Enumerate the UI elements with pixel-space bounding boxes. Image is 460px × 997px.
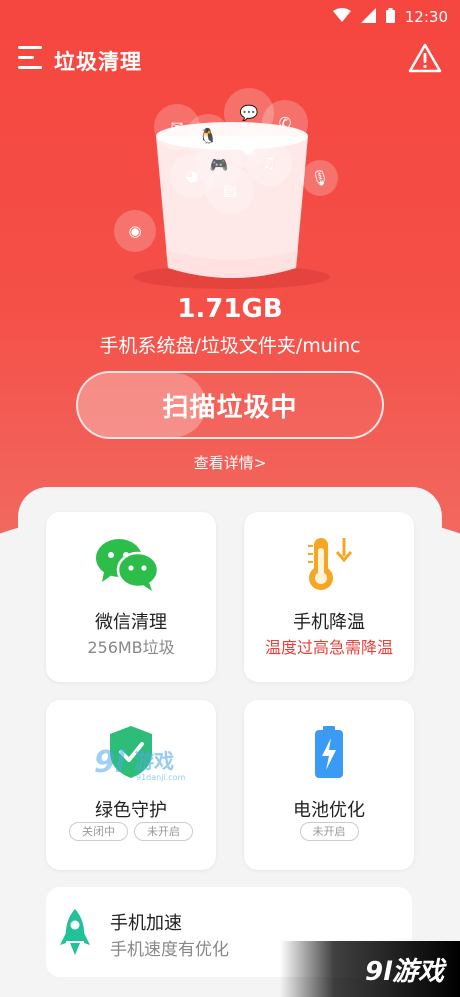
top-bar: 垃圾清理 [0,40,460,80]
status-badge: 未开启 [134,822,193,841]
rocket-icon [58,907,92,963]
status-time: 12:30 [404,8,448,26]
menu-icon[interactable] [18,46,44,74]
green-guard-status-row: 关闭中 未开启 [46,822,216,841]
speed-up-sub: 手机速度有优化 [110,940,229,960]
battery-status-row: 未开启 [244,822,414,841]
wifi-icon [332,8,351,26]
wechat-clean-card[interactable]: 微信清理 256MB垃圾 [46,512,216,682]
green-guard-card[interactable]: 绿色守护 关闭中 未开启 [46,700,216,870]
folder-bubble-icon: ▤ [206,166,254,214]
music-bubble-icon: ♫ [246,140,292,186]
scan-button[interactable]: 扫描垃圾中 [76,371,384,439]
view-details-link[interactable]: 查看详情> [0,452,460,473]
junk-size: 1.71GB [177,294,283,324]
status-bar: 12:30 [0,0,460,34]
status-badge: 未开启 [299,822,359,841]
wechat-icon [94,536,160,596]
svg-text:游戏: 游戏 [134,749,174,773]
corner-watermark: 9l游戏 [280,941,460,997]
warning-icon[interactable] [408,42,442,74]
thermometer-icon [302,534,356,596]
cooling-card[interactable]: 手机降温 温度过高急需降温 [244,512,414,682]
battery-optimize-card[interactable]: 电池优化 未开启 [244,700,414,870]
cooling-title: 手机降温 [293,612,365,633]
wechat-clean-title: 微信清理 [95,612,167,633]
status-badge: 关闭中 [69,822,128,841]
battery-status-icon [385,8,395,26]
svg-text:9l: 9l [94,745,126,780]
weibo-bubble-icon: ◉ [114,210,156,252]
watermark-logo: 9l 游戏 91danji.com [90,740,200,784]
mic-bubble-icon: 🎙 [302,160,338,196]
scan-button-label: 扫描垃圾中 [162,392,298,423]
page-title: 垃圾清理 [54,50,142,74]
wechat-clean-sub: 256MB垃圾 [87,638,175,657]
signal-icon [360,8,376,26]
hero-header: 12:30 垃圾清理 ✉ 🐧 💬 ✆ ● 🎮 ♫ ◕ ▤ 🎙 ◉ 1.71GB … [0,0,460,560]
trash-bin-illustration: ✉ 🐧 💬 ✆ ● 🎮 ♫ ◕ ▤ 🎙 ◉ [0,80,460,300]
svg-text:91danji.com: 91danji.com [136,773,186,782]
speed-up-title: 手机加速 [110,913,182,934]
scan-path: 手机系统盘/垃圾文件夹/muinc [99,335,361,357]
cooling-sub: 温度过高急需降温 [264,638,393,657]
green-guard-title: 绿色守护 [95,800,167,821]
battery-optimize-title: 电池优化 [293,800,365,821]
battery-icon [314,724,344,784]
corner-watermark-text: 9l游戏 [364,956,444,987]
